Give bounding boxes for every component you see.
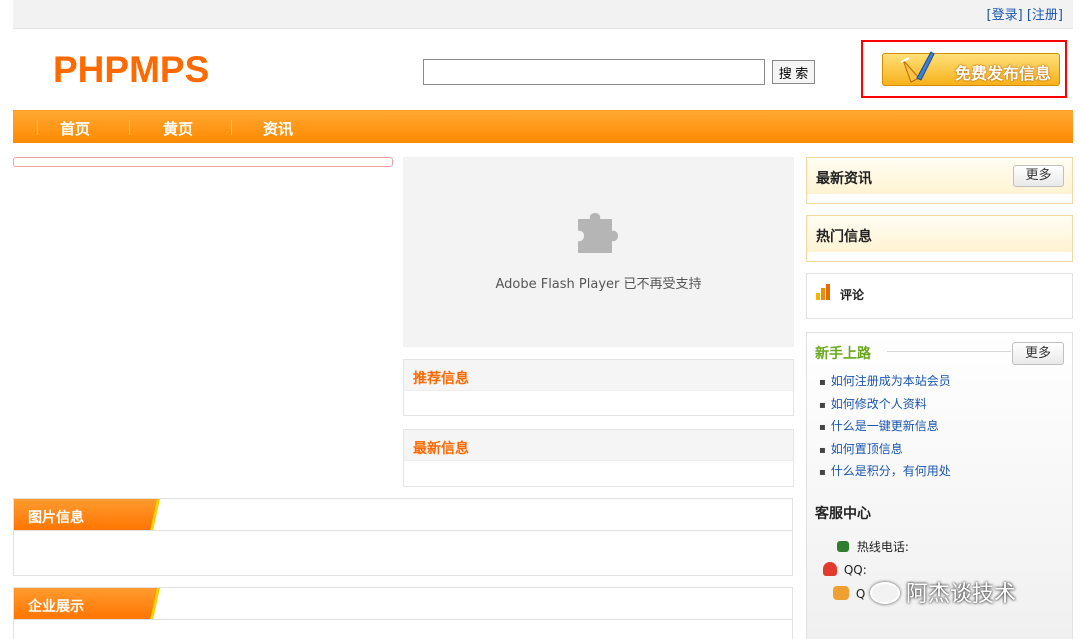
publish-button[interactable]: 免费发布信息 [882,51,1060,86]
comments-panel: 评论 [806,273,1073,319]
publish-highlight-box: 免费发布信息 [861,40,1067,98]
help-link[interactable]: 什么是一键更新信息 [819,417,951,440]
companies-section-body [13,619,793,639]
qq2-row: Q [833,586,865,601]
recommended-header: 推荐信息 [404,360,793,391]
recommended-panel: 推荐信息 [403,359,794,416]
qq-row: QQ: [823,562,867,577]
nav-separator [37,120,38,135]
search-input[interactable] [423,59,765,85]
newbie-more-button[interactable]: 更多 [1012,342,1064,365]
hotline-label: 热线电话: [856,540,909,554]
account-links: [登录] [注册] [987,4,1063,23]
bar-chart-icon [816,284,834,300]
nav-item-news[interactable]: 资讯 [263,118,293,139]
help-link-list: 如何注册成为本站会员 如何修改个人资料 什么是一键更新信息 如何置顶信息 什么是… [819,372,951,485]
title-divider [887,351,1011,352]
comments-label[interactable]: 评论 [840,286,864,303]
latest-news-more-button[interactable]: 更多 [1013,165,1064,187]
hot-info-header: 热门信息 [807,216,1072,252]
register-link[interactable]: [注册] [1027,8,1063,23]
nav-separator [129,120,130,135]
flash-placeholder: Adobe Flash Player 已不再受支持 [403,157,794,347]
wechat-icon [870,582,900,604]
latest-info-title: 最新信息 [413,441,469,457]
hot-info-title: 热门信息 [816,229,872,245]
latest-news-panel: 最新资讯 更多 [806,157,1073,204]
help-link[interactable]: 如何注册成为本站会员 [819,372,951,395]
latest-info-panel: 最新信息 [403,429,794,487]
left-slide-box [13,157,393,167]
companies-title: 企业展示 [28,599,84,615]
qq-label[interactable]: QQ: [844,563,867,577]
top-bar: [登录] [注册] [13,0,1073,29]
hot-info-panel: 热门信息 [806,215,1073,262]
pictures-section-body [13,530,793,576]
qq-penguin-icon [823,562,837,576]
nav-item-yellow-pages[interactable]: 黄页 [163,118,193,139]
site-logo[interactable]: PHPMPS [53,49,209,91]
hotline-row: 热线电话: [837,538,909,555]
plugin-puzzle-icon [578,213,618,253]
search-button[interactable]: 搜 索 [772,60,815,84]
pictures-section-header: 图片信息 [13,498,793,531]
phone-icon [837,541,849,552]
flash-unsupported-message: Adobe Flash Player 已不再受支持 [495,277,702,292]
watermark: 阿杰谈技术 [870,576,1016,608]
help-link[interactable]: 如何置顶信息 [819,440,951,463]
main-nav: 首页 黄页 资讯 [13,110,1073,143]
nav-item-home[interactable]: 首页 [60,118,90,139]
help-link[interactable]: 如何修改个人资料 [819,395,951,418]
companies-section-header: 企业展示 [13,587,793,620]
pencil-icon [900,51,935,83]
latest-info-header: 最新信息 [404,430,793,461]
qq-users-icon [833,586,849,600]
nav-separator [231,120,232,135]
qq2-label[interactable]: Q [856,587,865,601]
latest-news-title: 最新资讯 [816,171,872,187]
newbie-title: 新手上路 [815,346,871,362]
publish-button-label: 免费发布信息 [954,64,1051,83]
login-link[interactable]: [登录] [987,8,1023,23]
service-center-title: 客服中心 [815,506,871,522]
latest-news-header: 最新资讯 更多 [807,158,1072,194]
help-link[interactable]: 什么是积分，有何用处 [819,462,951,485]
watermark-text: 阿杰谈技术 [906,582,1017,607]
recommended-title: 推荐信息 [413,371,469,387]
pictures-title: 图片信息 [28,510,84,526]
